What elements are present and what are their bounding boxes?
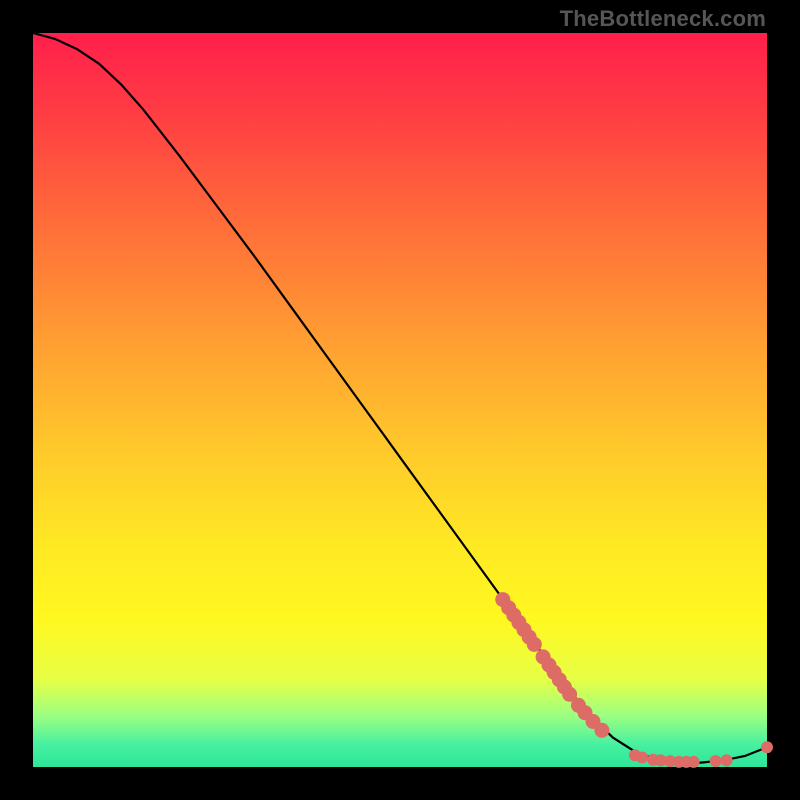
chart-svg bbox=[33, 33, 767, 767]
chart-stage: TheBottleneck.com bbox=[0, 0, 800, 800]
data-marker bbox=[710, 755, 722, 767]
data-marker bbox=[761, 741, 773, 753]
data-marker bbox=[688, 756, 700, 768]
data-marker bbox=[721, 754, 733, 766]
plot-area bbox=[33, 33, 767, 767]
data-marker bbox=[594, 723, 609, 738]
data-marker bbox=[527, 637, 542, 652]
bottleneck-curve bbox=[33, 33, 767, 763]
watermark-text: TheBottleneck.com bbox=[560, 6, 766, 32]
markers-upper-cluster bbox=[495, 592, 609, 738]
data-marker bbox=[636, 752, 648, 764]
